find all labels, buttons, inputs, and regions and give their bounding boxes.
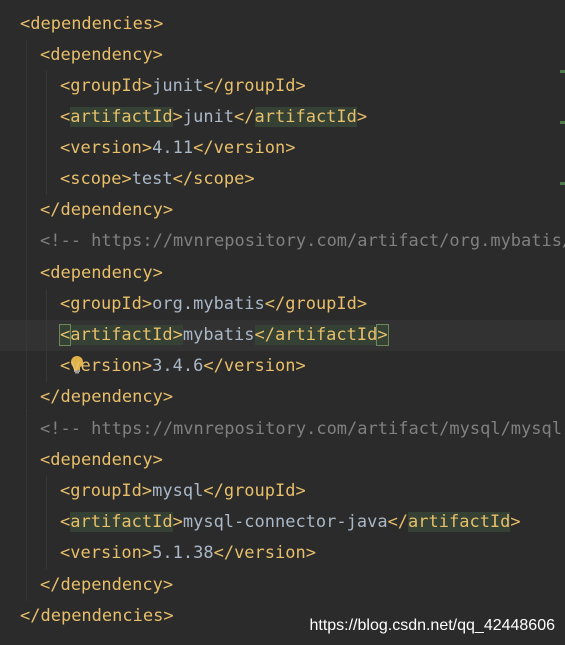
element-artifactId: <artifactId>mysql-connector-java</artifa…: [60, 512, 521, 532]
indent-guide: [26, 226, 27, 257]
watermark: https://blog.csdn.net/qq_42448606: [309, 617, 555, 634]
element-artifactId: <artifactId>junit</artifactId>: [60, 107, 368, 127]
code-line[interactable]: <version>5.1.38</version>: [0, 538, 565, 569]
element-version: <version>4.11</version>: [60, 138, 296, 158]
change-marker: [560, 121, 565, 124]
comment: <!-- https://mvnrepository.com/artifact/…: [40, 231, 565, 251]
indent-guide: [26, 538, 27, 569]
element-version: <version>5.1.38</version>: [60, 543, 316, 563]
change-marker: [560, 70, 565, 73]
change-marker: [560, 182, 565, 185]
tag-dependencies-open: <dependencies>: [20, 14, 164, 34]
indent-guide: [46, 133, 47, 164]
indent-guide: [46, 320, 47, 351]
element-groupId: <groupId>junit</groupId>: [60, 76, 306, 96]
indent-guide: [26, 102, 27, 133]
code-line[interactable]: <groupId>org.mybatis</groupId>: [0, 289, 565, 320]
indent-guide: [26, 445, 27, 476]
tag-dependency-open: <dependency>: [40, 450, 163, 470]
code-line[interactable]: <!-- https://mvnrepository.com/artifact/…: [0, 226, 565, 257]
code-line[interactable]: <!-- https://mvnrepository.com/artifact/…: [0, 414, 565, 445]
code-line[interactable]: <version>4.11</version>: [0, 133, 565, 164]
code-editor[interactable]: <dependencies> <dependency> <groupId>jun…: [0, 0, 565, 645]
indent-guide: [26, 382, 27, 413]
code-line[interactable]: <scope>test</scope>: [0, 164, 565, 195]
indent-guide: [26, 71, 27, 102]
indent-guide: [26, 40, 27, 71]
tag-dependencies-close: </dependencies>: [20, 606, 174, 626]
code-line[interactable]: <artifactId>mysql-connector-java</artifa…: [0, 507, 565, 538]
indent-guide: [26, 164, 27, 195]
code-line[interactable]: </dependency>: [0, 382, 565, 413]
indent-guide: [26, 507, 27, 538]
code-line[interactable]: <version>3.4.6</version>: [0, 351, 565, 382]
indent-guide: [26, 351, 27, 382]
tag-dependency-close: </dependency>: [40, 575, 174, 595]
indent-guide: [26, 570, 27, 601]
code-line[interactable]: <groupId>junit</groupId>: [0, 71, 565, 102]
lightbulb-icon[interactable]: [9, 324, 84, 374]
tag-dependency-open: <dependency>: [40, 45, 163, 65]
tag-dependency-open: <dependency>: [40, 263, 163, 283]
element-version: <version>3.4.6</version>: [60, 356, 306, 376]
indent-guide: [26, 133, 27, 164]
tag-dependency-close: </dependency>: [40, 200, 174, 220]
tag-dependency-close: </dependency>: [40, 387, 174, 407]
indent-guide: [46, 507, 47, 538]
element-artifactId: <artifactId>mybatis</artifactId>: [58, 324, 389, 346]
code-line[interactable]: <dependencies>: [0, 9, 565, 40]
code-line[interactable]: <dependency>: [0, 258, 565, 289]
indent-guide: [46, 71, 47, 102]
element-scope: <scope>test</scope>: [60, 169, 255, 189]
element-groupId: <groupId>mysql</groupId>: [60, 481, 306, 501]
indent-guide: [46, 538, 47, 569]
code-line[interactable]: <dependency>: [0, 40, 565, 71]
indent-guide: [46, 164, 47, 195]
code-line[interactable]: </dependency>: [0, 570, 565, 601]
code-line[interactable]: <groupId>mysql</groupId>: [0, 476, 565, 507]
code-line[interactable]: </dependency>: [0, 195, 565, 226]
indent-guide: [26, 320, 27, 351]
indent-guide: [26, 476, 27, 507]
code-line-current[interactable]: <artifactId>mybatis</artifactId>: [0, 320, 565, 374]
element-groupId: <groupId>org.mybatis</groupId>: [60, 294, 368, 314]
indent-guide: [26, 195, 27, 226]
comment: <!-- https://mvnrepository.com/artifact/…: [40, 419, 565, 439]
indent-guide: [26, 258, 27, 289]
code-line[interactable]: <artifactId>junit</artifactId>: [0, 102, 565, 133]
indent-guide: [46, 102, 47, 133]
indent-guide: [26, 414, 27, 445]
indent-guide: [46, 351, 47, 382]
code-line[interactable]: <dependency>: [0, 445, 565, 476]
indent-guide: [46, 476, 47, 507]
indent-guide: [26, 289, 27, 320]
indent-guide: [46, 289, 47, 320]
